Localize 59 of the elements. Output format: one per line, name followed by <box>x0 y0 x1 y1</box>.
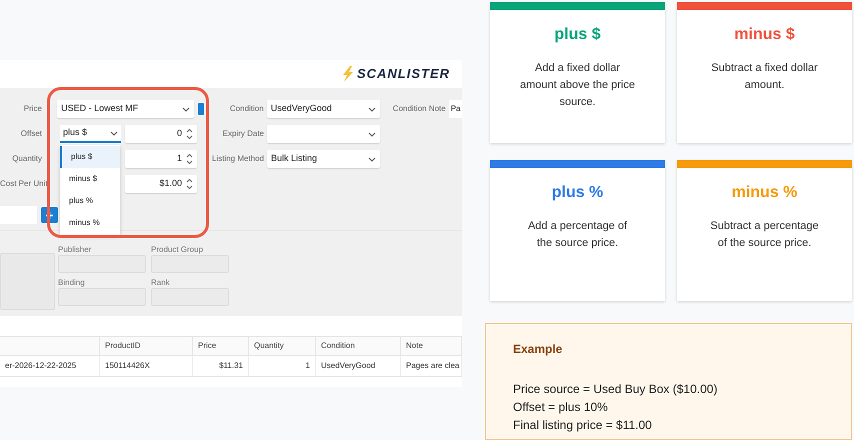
field-label: Offset <box>20 128 43 140</box>
dropdown-option[interactable]: plus $ <box>60 146 120 168</box>
dropdown-field[interactable]: USED - Lowest MF <box>57 100 194 118</box>
field-label: Product Group <box>151 245 204 254</box>
card-title: plus $ <box>554 25 601 45</box>
text-field[interactable]: Pa <box>448 100 462 118</box>
chevron-down-icon <box>368 156 376 162</box>
field-label: Binding <box>58 278 86 286</box>
table-cell: er-2026-12-22-2025 <box>5 360 76 372</box>
spinner-arrows-icon <box>186 178 193 190</box>
app-logo: SCANLISTER <box>356 65 450 84</box>
column-header: Condition <box>321 340 355 352</box>
column-header: Quantity <box>254 340 284 352</box>
field-label: Price <box>22 103 43 115</box>
table-cell: 1 <box>306 360 310 372</box>
number-field[interactable]: 0 <box>125 125 197 143</box>
offset-dropdown[interactable]: plus $ <box>60 125 121 143</box>
dropdown-option[interactable]: minus % <box>60 212 120 234</box>
example-line: Final listing price = $11.00 <box>513 417 653 434</box>
spinner-arrows-icon <box>186 128 193 140</box>
field-label: Publisher <box>58 245 92 254</box>
dropdown-field[interactable] <box>267 125 380 143</box>
example-line: Offset = plus 10% <box>513 399 609 416</box>
field-label: Cost Per Unit <box>0 178 45 190</box>
dropdown-option[interactable]: minus $ <box>60 168 120 190</box>
card-title: minus % <box>732 183 798 203</box>
chevron-down-icon <box>110 130 118 136</box>
card-title: plus % <box>552 183 604 203</box>
field-label: Expiry Date <box>222 128 265 140</box>
table-cell: 150114426X <box>105 360 150 372</box>
checkbox[interactable] <box>198 103 204 115</box>
number-field[interactable]: 1 <box>125 150 197 168</box>
card-text: Add a fixed dollar amount above the price source. <box>520 61 636 110</box>
field-label: Quantity <box>11 153 43 165</box>
example-title: Example <box>513 341 564 358</box>
card-text: Subtract a percentage of the source price. <box>709 219 820 251</box>
table-cell: $11.31 <box>219 360 243 372</box>
spinner-arrows-icon <box>186 153 193 165</box>
column-header: ProductID <box>105 340 141 352</box>
field-label: Condition Note <box>392 103 447 115</box>
card-text: Subtract a fixed dollar amount. <box>710 61 819 93</box>
number-field[interactable]: $1.00 <box>125 175 197 193</box>
column-header: Price <box>198 340 216 352</box>
chevron-down-icon <box>368 132 376 136</box>
example-line: Price source = Used Buy Box ($10.00) <box>513 381 718 398</box>
table-cell: UsedVeryGood <box>321 360 376 372</box>
table-cell: Pages are clea <box>406 360 460 372</box>
card-title: minus $ <box>734 25 795 45</box>
chevron-down-icon <box>182 106 190 112</box>
chevron-down-icon <box>368 106 376 112</box>
field-label: Listing Method <box>210 153 265 165</box>
column-header: Note <box>406 340 423 352</box>
field-label: Condition <box>228 103 265 115</box>
dropdown-field[interactable]: UsedVeryGood <box>266 100 380 118</box>
card-text: Add a percentage of the source price. <box>526 219 628 251</box>
dropdown-option[interactable]: plus % <box>60 190 120 212</box>
dropdown-field[interactable]: Bulk Listing <box>267 150 380 168</box>
field-label: Rank <box>151 278 171 286</box>
lightning-bolt-icon <box>340 66 355 82</box>
